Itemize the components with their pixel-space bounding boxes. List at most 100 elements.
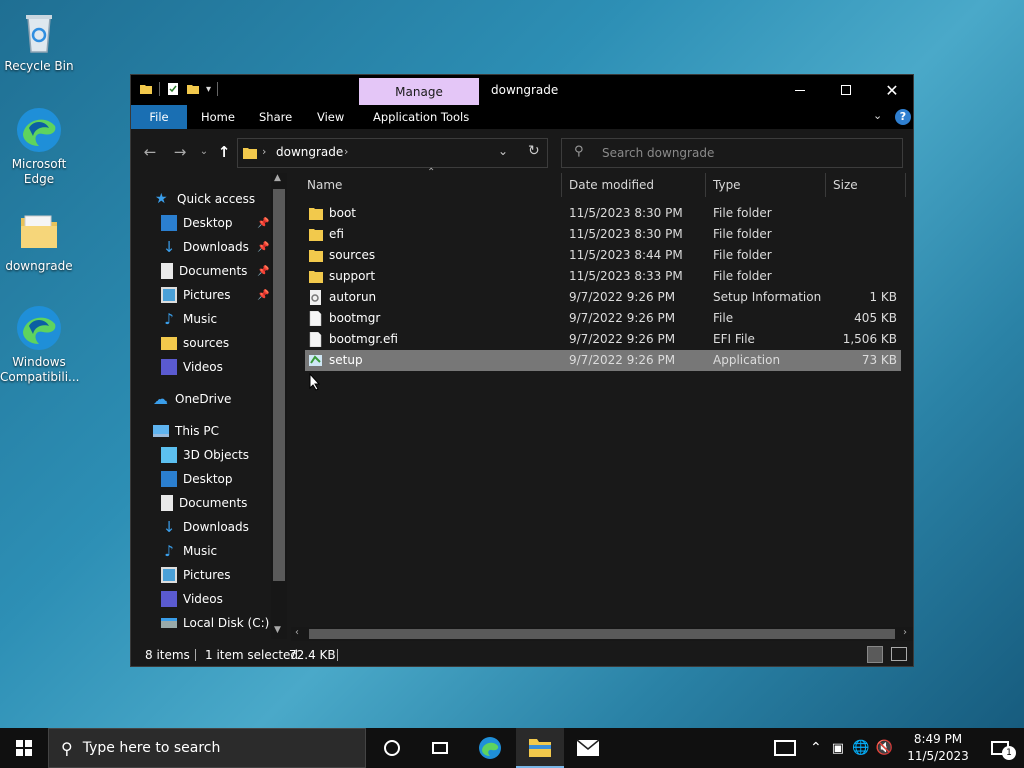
cortana-button[interactable] (368, 728, 416, 768)
taskbar-search-box[interactable]: ⚲ Type here to search (48, 728, 366, 768)
column-divider[interactable] (825, 173, 826, 197)
nav-quick-access[interactable]: ★ Quick access (155, 187, 289, 211)
taskbar-file-explorer[interactable] (516, 728, 564, 768)
taskbar-edge[interactable] (466, 728, 514, 768)
desktop-icon-windows-compatibility[interactable]: Windows Compatibili... (0, 304, 79, 385)
nav-item-3d-objects[interactable]: 3D Objects (161, 443, 289, 467)
nav-item-pc-documents[interactable]: Documents (161, 491, 289, 515)
expand-ribbon-icon[interactable]: ⌄ (873, 109, 882, 122)
desktop-icon-recycle-bin[interactable]: Recycle Bin (0, 8, 78, 74)
horizontal-scrollbar[interactable]: ‹ › (291, 627, 913, 641)
file-row-bootmgr-efi[interactable]: bootmgr.efi 9/7/2022 9:26 PM EFI File 1,… (305, 329, 901, 350)
nav-item-videos[interactable]: Videos (161, 355, 289, 379)
column-divider[interactable] (905, 173, 906, 197)
file-row-boot[interactable]: boot 11/5/2023 8:30 PM File folder (305, 203, 901, 224)
nav-label: Music (183, 312, 218, 326)
network-icon[interactable]: 🌐 (852, 740, 869, 756)
nav-this-pc[interactable]: This PC (153, 419, 289, 443)
desktop-icon-downgrade-folder[interactable]: downgrade (0, 208, 78, 274)
large-icons-view-button[interactable] (891, 647, 907, 661)
show-hidden-icons-chevron-icon[interactable]: ⌃ (810, 740, 822, 756)
nav-item-sources[interactable]: sources (161, 331, 289, 355)
minimize-button[interactable] (777, 75, 823, 105)
volume-muted-icon[interactable]: 🔇 (875, 740, 892, 756)
back-button[interactable]: ← (139, 141, 161, 163)
scroll-right-icon: › (903, 627, 907, 638)
meet-now-icon[interactable]: ▣ (832, 741, 844, 756)
file-row-support[interactable]: support 11/5/2023 8:33 PM File folder (305, 266, 901, 287)
search-input[interactable]: ⚲ Search downgrade (561, 138, 903, 168)
start-button[interactable] (0, 728, 48, 768)
recent-locations-button[interactable]: ⌄ (193, 141, 215, 163)
column-header-date[interactable]: Date modified (569, 173, 654, 197)
file-row-autorun[interactable]: autorun 9/7/2022 9:26 PM Setup Informati… (305, 287, 901, 308)
column-header-size[interactable]: Size (833, 173, 858, 197)
customize-qat-icon[interactable]: ▾ (206, 84, 211, 95)
nav-item-pc-pictures[interactable]: Pictures (161, 563, 289, 587)
status-divider (195, 649, 196, 661)
file-list-pane: ⌃ Name Date modified Type Size boot 11/5… (289, 167, 913, 639)
column-divider[interactable] (705, 173, 706, 197)
tab-view[interactable]: View (303, 105, 358, 129)
file-size: 73 KB (861, 353, 897, 367)
nav-item-documents[interactable]: Documents 📌 (161, 259, 289, 283)
news-widget-icon[interactable] (774, 740, 796, 756)
address-history-chevron-icon[interactable]: ⌄ (498, 144, 508, 158)
taskbar-mail[interactable] (564, 728, 612, 768)
desktop-icon-edge[interactable]: Microsoft Edge (0, 106, 78, 187)
nav-item-pc-music[interactable]: ♪ Music (161, 539, 289, 563)
tab-share[interactable]: Share (245, 105, 306, 129)
new-folder-icon[interactable] (186, 82, 200, 96)
file-type: Setup Information (713, 290, 822, 304)
address-bar[interactable]: › downgrade › ⌄ ↻ (237, 138, 548, 168)
nav-item-pictures[interactable]: Pictures 📌 (161, 283, 289, 307)
refresh-icon[interactable]: ↻ (528, 143, 540, 159)
task-view-button[interactable] (416, 728, 464, 768)
breadcrumb-downgrade[interactable]: downgrade (276, 145, 343, 159)
divider (217, 82, 219, 96)
file-explorer-window: ▾ Manage downgrade ✕ File Home Share Vie… (130, 74, 914, 667)
taskbar: ⚲ Type here to search ⌃ ▣ 🌐 🔇 8:49 PM 11… (0, 728, 1024, 768)
nav-item-music[interactable]: ♪ Music (161, 307, 289, 331)
pin-icon: 📌 (257, 217, 270, 229)
file-row-sources[interactable]: sources 11/5/2023 8:44 PM File folder (305, 245, 901, 266)
column-header-type[interactable]: Type (713, 173, 741, 197)
help-icon[interactable]: ? (895, 109, 911, 125)
up-button[interactable]: ↑ (213, 141, 235, 163)
tab-home[interactable]: Home (187, 105, 249, 129)
details-view-button[interactable] (867, 646, 883, 663)
file-name: bootmgr.efi (329, 332, 398, 346)
tab-manage[interactable]: Manage (359, 78, 479, 106)
action-center-button[interactable]: 1 (976, 728, 1024, 768)
nav-scrollbar-thumb[interactable] (273, 189, 285, 581)
file-row-bootmgr[interactable]: bootmgr 9/7/2022 9:26 PM File 405 KB (305, 308, 901, 329)
nav-item-local-disk[interactable]: Local Disk (C:) (161, 611, 289, 635)
nav-onedrive[interactable]: ☁ OneDrive (153, 387, 289, 411)
file-row-setup[interactable]: setup 9/7/2022 9:26 PM Application 73 KB (305, 350, 901, 371)
clock-date: 11/5/2023 (907, 749, 969, 763)
maximize-button[interactable] (823, 75, 869, 105)
column-header-name[interactable]: Name (307, 173, 342, 197)
close-button[interactable]: ✕ (869, 75, 915, 105)
tab-application-tools[interactable]: Application Tools (359, 105, 483, 129)
nav-item-pc-videos[interactable]: Videos (161, 587, 289, 611)
forward-button[interactable]: → (169, 141, 191, 163)
folder-icon (161, 336, 177, 350)
properties-icon[interactable] (166, 82, 180, 96)
status-divider (337, 649, 338, 661)
column-divider[interactable] (561, 173, 562, 197)
nav-item-desktop[interactable]: Desktop 📌 (161, 211, 289, 235)
file-row-efi[interactable]: efi 11/5/2023 8:30 PM File folder (305, 224, 901, 245)
nav-item-pc-desktop[interactable]: Desktop (161, 467, 289, 491)
clock-time: 8:49 PM (913, 732, 963, 746)
tab-file[interactable]: File (131, 105, 187, 129)
navigation-pane: ★ Quick access Desktop 📌 ↓ Downloads 📌 D… (131, 173, 289, 639)
documents-icon (161, 263, 173, 279)
nav-scrollbar[interactable]: ▲ ▼ (271, 173, 287, 639)
clock[interactable]: 8:49 PM 11/5/2023 (906, 731, 970, 765)
horizontal-scrollbar-thumb[interactable] (309, 629, 895, 639)
nav-item-pc-downloads[interactable]: ↓ Downloads (161, 515, 289, 539)
folder-icon (309, 229, 323, 241)
nav-item-downloads[interactable]: ↓ Downloads 📌 (161, 235, 289, 259)
nav-label: Music (183, 544, 218, 558)
